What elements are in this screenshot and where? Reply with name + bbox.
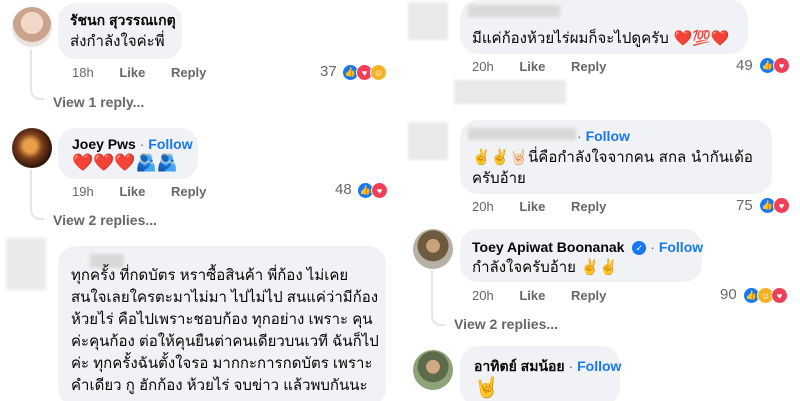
- view-replies-link[interactable]: View 2 replies...: [53, 212, 157, 228]
- comment-bubble: · Follow ✌️✌️🤘🏻นี่คือกำลังใจจากคน สกล นำ…: [460, 120, 772, 194]
- comment-actions: 19h Like Reply: [72, 184, 228, 199]
- comment-actions: 20h Like Reply: [472, 288, 628, 303]
- commenter-name-row: · Follow: [577, 128, 630, 144]
- avatar[interactable]: [408, 122, 448, 160]
- comment-text-line: ✌️✌️🤘🏻นี่คือกำลังใจจากคน สกล นำกันเด้อ: [472, 148, 753, 166]
- comment-text-line: สนใจเลยใครตะมาไม่มา ไปไม่ไป สนแค่ว่ามีก้…: [71, 289, 379, 306]
- timestamp[interactable]: 19h: [72, 184, 94, 199]
- reaction-count[interactable]: 48: [335, 181, 352, 198]
- timestamp[interactable]: 20h: [472, 288, 494, 303]
- care-reaction-icon: ☺: [370, 64, 387, 81]
- timestamp[interactable]: 18h: [72, 65, 94, 80]
- comment-bubble: มีแค่ก้องห้วยไร่ผมก็จะไปดูครับ ❤️💯❤️: [460, 0, 748, 54]
- like-button[interactable]: Like: [119, 65, 145, 80]
- avatar[interactable]: [413, 350, 453, 390]
- separator-dot: ·: [139, 136, 145, 152]
- reply-button[interactable]: Reply: [571, 59, 606, 74]
- comment-bubble: ทุกครั้ง ที่กดบัตร หราซื้อสินค้า พี่ก้อง…: [58, 246, 386, 401]
- commenter-name[interactable]: Joey Pws: [72, 136, 136, 152]
- timestamp[interactable]: 20h: [472, 59, 494, 74]
- comment-text-line: คำเดียว กู ฮักก้อง ห้วยไร่ จบข่าว แล้วพบ…: [71, 377, 368, 394]
- comment-text-line: ครับอ้าย: [472, 170, 526, 187]
- panel-divider: [400, 0, 403, 401]
- comment-text: ❤️❤️❤️🫂🫂: [72, 153, 178, 173]
- reaction-count[interactable]: 75: [736, 197, 753, 214]
- commenter-name[interactable]: [468, 5, 560, 17]
- comment-text: มีแค่ก้องห้วยไร่ผมก็จะไปดูครับ ❤️💯❤️: [472, 29, 730, 47]
- love-reaction-icon: ♥: [773, 57, 790, 74]
- comment-actions: 20h Like Reply: [472, 59, 628, 74]
- comment-text-line: ค่ะ ทุกครั้งฉันตั้งใจรอ มากกะการกดบัตร เ…: [71, 355, 373, 372]
- verified-badge-icon: ✓: [632, 241, 647, 256]
- like-button[interactable]: Like: [519, 59, 545, 74]
- avatar[interactable]: [6, 238, 46, 290]
- comment-text-line: ห้วยไร่ คือไปเพราะชอบก้อง ทุกอย่าง เพราะ…: [71, 311, 373, 328]
- redacted-area: [454, 80, 566, 104]
- love-reaction-icon: ♥: [371, 182, 388, 199]
- follow-button[interactable]: Follow: [659, 239, 703, 255]
- like-button[interactable]: Like: [519, 288, 545, 303]
- comment-text: 🤘: [474, 375, 499, 399]
- commenter-name-row: Joey Pws · Follow: [72, 136, 193, 152]
- comment-text: ส่งกำลังใจค่ะพี่: [70, 33, 165, 50]
- reply-button[interactable]: Reply: [571, 199, 606, 214]
- follow-button[interactable]: Follow: [148, 136, 192, 152]
- comment-bubble: Joey Pws · Follow ❤️❤️❤️🫂🫂: [58, 128, 198, 179]
- comment-text: กำลังใจครับอ้าย ✌️✌️: [472, 258, 619, 276]
- reply-button[interactable]: Reply: [171, 65, 206, 80]
- reaction-count[interactable]: 37: [320, 63, 337, 80]
- view-replies-link[interactable]: View 1 reply...: [53, 94, 144, 110]
- comment-text-line: ทุกครั้ง ที่กดบัตร หราซื้อสินค้า พี่ก้อง…: [71, 267, 349, 284]
- comment-text-block: ทุกครั้ง ที่กดบัตร หราซื้อสินค้า พี่ก้อง…: [71, 265, 386, 397]
- reaction-count[interactable]: 49: [736, 57, 753, 74]
- thread-line: [30, 170, 44, 220]
- thread-line: [30, 50, 44, 100]
- avatar[interactable]: [12, 128, 52, 168]
- separator-dot: ·: [577, 128, 582, 144]
- love-reaction-icon: ♥: [773, 197, 790, 214]
- thread-line: [431, 270, 445, 326]
- comment-bubble: อาทิตย์ สมน้อย · Follow 🤘: [460, 346, 621, 401]
- avatar[interactable]: [12, 7, 52, 47]
- like-button[interactable]: Like: [519, 199, 545, 214]
- separator-dot: ·: [568, 358, 574, 374]
- commenter-name[interactable]: Toey Apiwat Boonanak: [472, 239, 624, 255]
- comment-actions: 18h Like Reply: [72, 65, 228, 80]
- comment-bubble: รัชนก สุวรรณเกตุ ส่งกำลังใจค่ะพี่: [58, 3, 182, 59]
- love-reaction-icon: ♥: [771, 287, 788, 304]
- reply-button[interactable]: Reply: [171, 184, 206, 199]
- follow-button[interactable]: Follow: [586, 128, 630, 144]
- separator-dot: ·: [650, 239, 655, 255]
- reply-button[interactable]: Reply: [571, 288, 606, 303]
- like-button[interactable]: Like: [119, 184, 145, 199]
- commenter-name[interactable]: รัชนก สุวรรณเกตุ: [70, 10, 176, 32]
- timestamp[interactable]: 20h: [472, 199, 494, 214]
- avatar[interactable]: [408, 2, 448, 40]
- avatar[interactable]: [413, 229, 453, 269]
- commenter-name[interactable]: อาทิตย์ สมน้อย: [474, 358, 565, 374]
- commenter-name-row: Toey Apiwat Boonanak ✓ · Follow: [472, 239, 703, 256]
- comment-actions: 20h Like Reply: [472, 199, 628, 214]
- comment-bubble: Toey Apiwat Boonanak ✓ · Follow กำลังใจค…: [460, 229, 703, 282]
- reaction-count[interactable]: 90: [720, 286, 737, 303]
- commenter-name[interactable]: [468, 128, 576, 140]
- view-replies-link[interactable]: View 2 replies...: [454, 316, 558, 332]
- comment-text-line: ค่ะคุนก้อง ต่อให้คุนยืนต่าคนเดียวบนเวที …: [71, 333, 379, 350]
- follow-button[interactable]: Follow: [577, 358, 621, 374]
